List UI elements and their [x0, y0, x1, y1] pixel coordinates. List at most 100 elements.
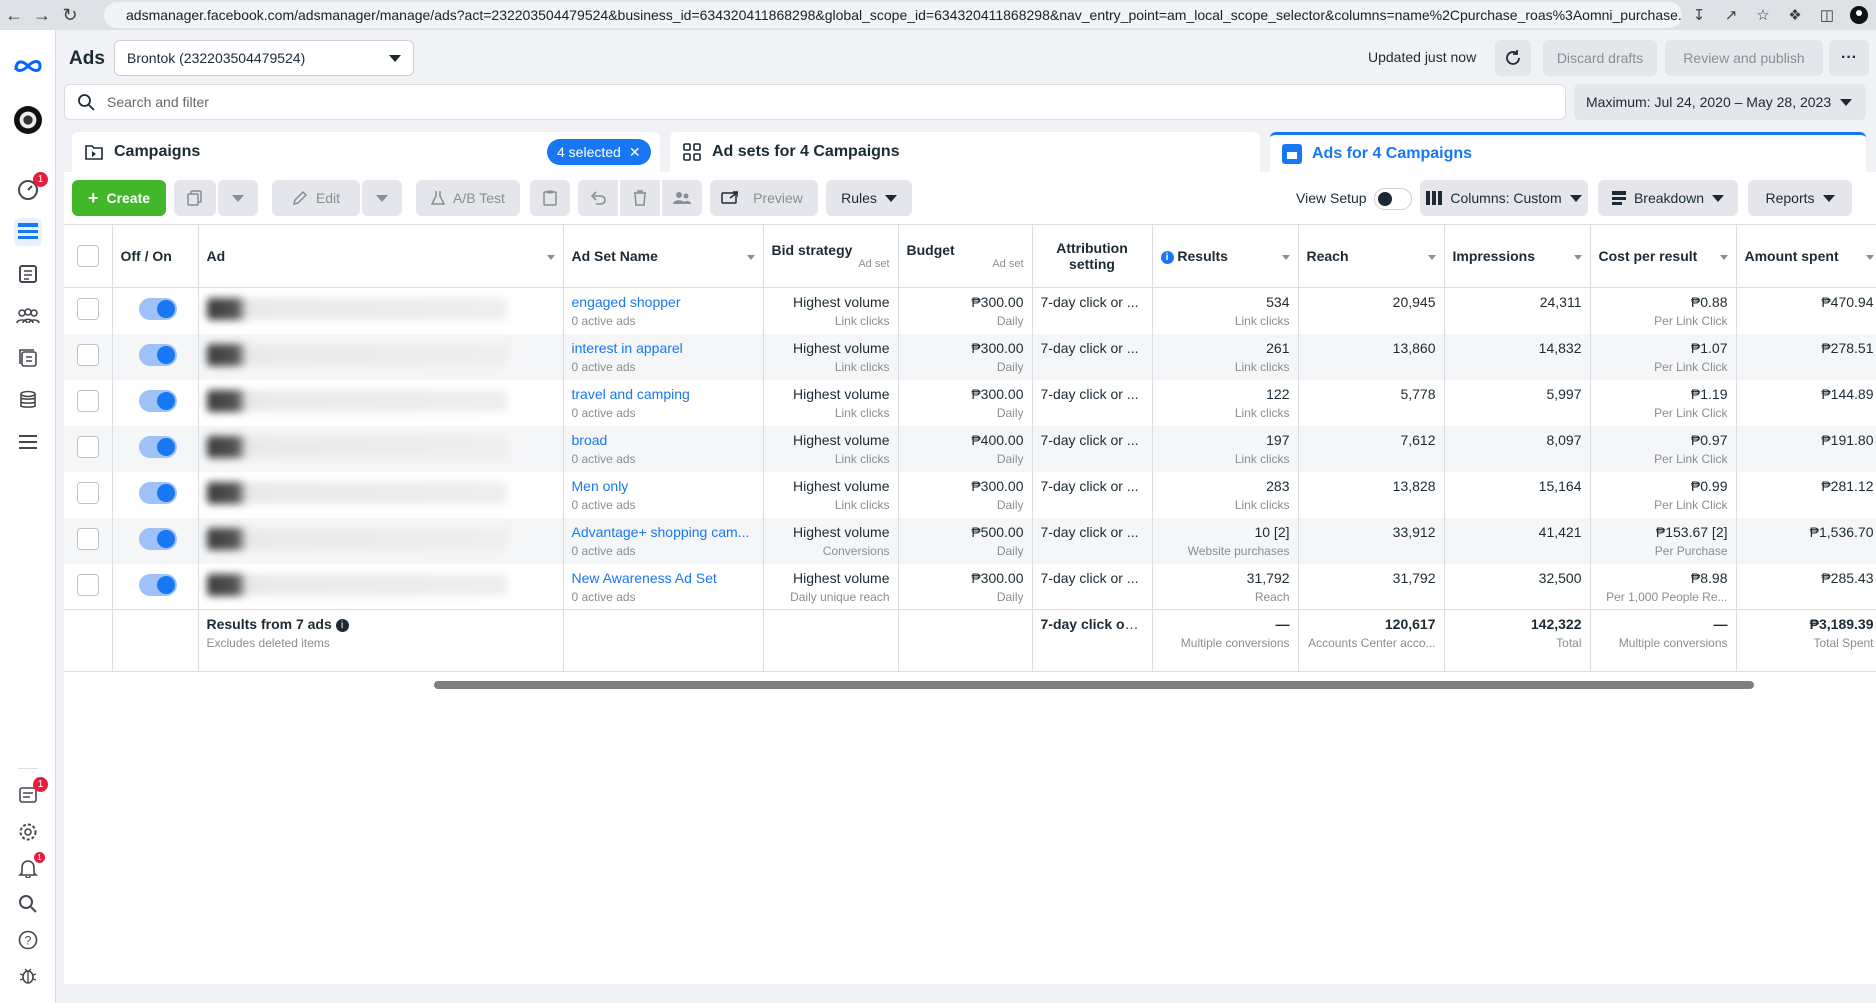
horizontal-scrollbar[interactable]: [64, 678, 1876, 690]
ad-status-toggle[interactable]: [138, 389, 177, 412]
ad-name-cell[interactable]: [198, 379, 564, 426]
forward-arrow-icon[interactable]: →: [28, 1, 56, 29]
budget-cell[interactable]: ₱300.00 Daily: [898, 563, 1033, 610]
ad-name-cell[interactable]: [198, 563, 564, 610]
budget-cell[interactable]: ₱400.00 Daily: [898, 425, 1033, 472]
catalog-icon[interactable]: [14, 344, 42, 372]
tab-ad-sets[interactable]: Ad sets for 4 Campaigns: [670, 132, 1260, 172]
info-icon[interactable]: i: [1160, 250, 1174, 264]
ad-name-cell[interactable]: [198, 333, 564, 380]
close-icon[interactable]: ✕: [629, 144, 641, 161]
table-row[interactable]: broad 0 active ads Highest volume Link cli…: [64, 425, 1876, 472]
view-setup-toggle[interactable]: [1374, 188, 1412, 210]
refresh-button[interactable]: [1495, 40, 1531, 76]
reports-button[interactable]: Reports: [1748, 180, 1852, 216]
help-icon[interactable]: ?: [14, 926, 42, 954]
breakdown-button[interactable]: Breakdown: [1598, 180, 1738, 216]
discard-drafts-button[interactable]: Discard drafts: [1543, 40, 1657, 76]
duplicate-menu-button[interactable]: [218, 180, 258, 216]
ad-status-toggle[interactable]: [138, 527, 177, 550]
more-options-button[interactable]: ···: [1829, 40, 1869, 76]
column-header-bid-strategy[interactable]: Bid strategy Ad set: [763, 224, 899, 288]
scrollbar-thumb[interactable]: [434, 681, 1754, 689]
ad-name-cell[interactable]: [198, 287, 564, 334]
billing-icon[interactable]: [14, 386, 42, 414]
create-button[interactable]: + Create: [72, 180, 166, 216]
table-row[interactable]: interest in apparel 0 active ads Highest …: [64, 333, 1876, 380]
ab-test-button[interactable]: A/B Test: [416, 180, 520, 216]
edit-button[interactable]: Edit: [272, 180, 360, 216]
delete-button[interactable]: [620, 180, 660, 216]
row-checkbox[interactable]: [76, 389, 99, 412]
search-input[interactable]: [107, 94, 1507, 110]
column-header-reach[interactable]: Reach: [1298, 224, 1445, 288]
review-and-publish-button[interactable]: Review and publish: [1665, 40, 1823, 76]
install-icon[interactable]: ↧: [1686, 2, 1712, 28]
all-tools-menu-icon[interactable]: [14, 428, 42, 456]
tab-ads[interactable]: Ads for 4 Campaigns: [1270, 132, 1866, 172]
ad-status-toggle[interactable]: [138, 573, 177, 596]
column-header-impressions[interactable]: Impressions: [1444, 224, 1591, 288]
audiences-icon[interactable]: [14, 302, 42, 330]
column-header-ad[interactable]: Ad: [198, 224, 564, 288]
bookmark-star-icon[interactable]: ☆: [1750, 2, 1776, 28]
select-all-checkbox[interactable]: [76, 245, 99, 267]
settings-gear-icon[interactable]: [14, 818, 42, 846]
ad-name-cell[interactable]: [198, 517, 564, 564]
table-row[interactable]: Men only 0 active ads Highest volume Link …: [64, 471, 1876, 518]
activity-gauge-icon[interactable]: 1: [14, 172, 48, 204]
search-icon[interactable]: [14, 890, 42, 918]
info-icon[interactable]: i: [335, 618, 349, 632]
row-checkbox[interactable]: [76, 573, 99, 596]
budget-cell[interactable]: ₱300.00 Daily: [898, 379, 1033, 426]
ad-set-link[interactable]: interest in apparel: [572, 340, 683, 356]
ad-status-toggle[interactable]: [138, 298, 177, 320]
edit-menu-button[interactable]: [362, 180, 402, 216]
column-header-attribution[interactable]: Attribution setting: [1032, 224, 1153, 288]
side-panel-icon[interactable]: ◫: [1814, 2, 1840, 28]
back-arrow-icon[interactable]: ←: [0, 1, 28, 29]
budget-cell[interactable]: ₱300.00 Daily: [898, 333, 1033, 380]
column-header-amount-spent[interactable]: Amount spent: [1736, 224, 1876, 288]
meta-logo-icon[interactable]: [14, 52, 42, 80]
row-checkbox[interactable]: [76, 481, 99, 504]
notifications-box-icon[interactable]: 1: [14, 777, 48, 809]
date-range-picker[interactable]: Maximum: Jul 24, 2020 – May 28, 2023: [1574, 84, 1866, 120]
budget-cell[interactable]: ₱500.00 Daily: [898, 517, 1033, 564]
table-row[interactable]: Advantage+ shopping cam... 0 active ads H…: [64, 517, 1876, 564]
reload-icon[interactable]: ↻: [56, 1, 84, 29]
assign-people-button[interactable]: [662, 180, 702, 216]
ad-status-toggle[interactable]: [138, 435, 177, 458]
column-header-results[interactable]: i Results: [1152, 224, 1299, 288]
column-header-off-on[interactable]: Off / On: [112, 224, 199, 288]
undo-button[interactable]: [578, 180, 618, 216]
clipboard-button[interactable]: [530, 180, 570, 216]
ad-set-link[interactable]: Advantage+ shopping cam...: [572, 524, 750, 540]
rules-button[interactable]: Rules: [826, 180, 912, 216]
ad-set-link[interactable]: engaged shopper: [572, 294, 681, 310]
row-checkbox[interactable]: [76, 527, 99, 550]
table-row[interactable]: New Awareness Ad Set 0 active ads Highest…: [64, 563, 1876, 610]
ad-set-link[interactable]: broad: [572, 432, 608, 448]
selected-count-chip[interactable]: 4 selected ✕: [547, 139, 651, 165]
column-header-ad-set-name[interactable]: Ad Set Name: [563, 224, 764, 288]
ad-set-link[interactable]: travel and camping: [572, 386, 690, 402]
duplicate-button[interactable]: [174, 180, 216, 216]
budget-cell[interactable]: ₱300.00 Daily: [898, 287, 1033, 334]
ad-set-link[interactable]: New Awareness Ad Set: [572, 570, 717, 586]
ad-set-link[interactable]: Men only: [572, 478, 629, 494]
address-bar[interactable]: adsmanager.facebook.com/adsmanager/manag…: [104, 2, 1682, 28]
extensions-puzzle-icon[interactable]: ❖: [1782, 2, 1808, 28]
ad-status-toggle[interactable]: [138, 343, 177, 366]
column-header-budget[interactable]: Budget Ad set: [898, 224, 1033, 288]
alerts-bell-icon[interactable]: 1: [14, 852, 45, 882]
account-avatar[interactable]: [14, 106, 42, 134]
budget-cell[interactable]: ₱300.00 Daily: [898, 471, 1033, 518]
table-row[interactable]: travel and camping 0 active ads Highest v…: [64, 379, 1876, 426]
columns-button[interactable]: Columns: Custom: [1420, 180, 1588, 216]
ad-name-cell[interactable]: [198, 425, 564, 472]
share-icon[interactable]: ↗: [1718, 2, 1744, 28]
column-header-cost-per-result[interactable]: Cost per result: [1590, 224, 1737, 288]
ad-status-toggle[interactable]: [138, 481, 177, 504]
row-checkbox[interactable]: [76, 298, 99, 320]
